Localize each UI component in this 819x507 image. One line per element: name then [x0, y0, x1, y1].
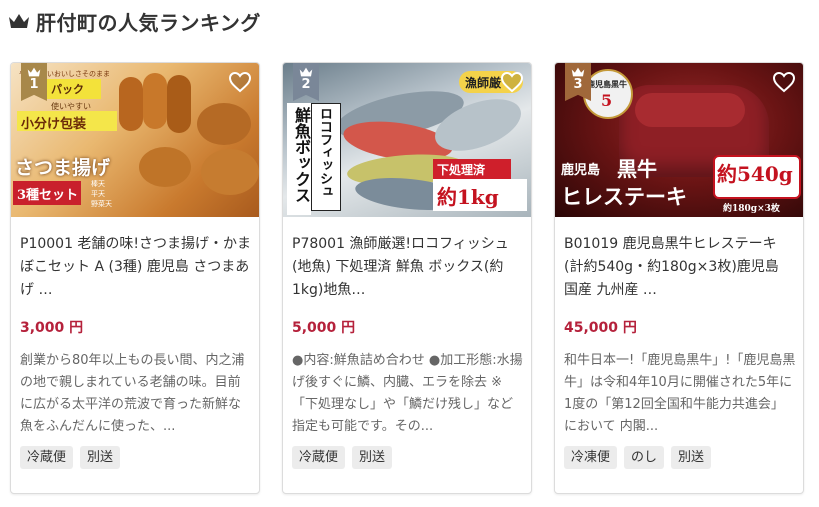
product-description: ●内容:鮮魚詰め合わせ ●加工形態:水揚げ後すぐに鱗、内臓、エラを除去 ※「下処…: [292, 353, 523, 434]
section-title: 肝付町の人気ランキング: [36, 10, 261, 35]
image-caption: 5: [601, 91, 613, 110]
favorite-button[interactable]: [497, 67, 527, 97]
image-caption: 鹿児島: [561, 163, 601, 178]
tag: 冷蔵便: [20, 446, 74, 469]
product-image[interactable]: やわらかいおいしさそのまま パック 使いやすい 小分け包装 さつま揚げ 3種セッ…: [11, 63, 259, 217]
image-caption: 野菜天: [91, 200, 112, 208]
image-caption: ロコフィッシュ: [317, 107, 332, 198]
product-image[interactable]: ロコフィッシュ 鮮魚ボックス 漁師厳 下処理済 約1kg 2: [283, 63, 531, 217]
tag-list: 冷凍便 のし 別送: [564, 446, 712, 469]
tag: 別送: [80, 446, 121, 469]
product-image[interactable]: 鹿児島黒牛 5 鹿児島 黒牛 ヒレステーキ 約540g 約180g×3枚 3: [555, 63, 803, 217]
image-caption: 約1kg: [437, 185, 499, 209]
tag: 冷凍便: [564, 446, 618, 469]
rank-number: 2: [301, 77, 311, 92]
product-price: 5,000 円: [292, 320, 356, 336]
image-caption: 約180g×3枚: [723, 204, 780, 214]
product-description: 和牛日本一!「鹿児島黒牛」!「鹿児島黒牛」は令和4年10月に開催された5年に1度…: [564, 353, 796, 434]
ranking-list: やわらかいおいしさそのまま パック 使いやすい 小分け包装 さつま揚げ 3種セッ…: [10, 62, 810, 494]
crown-icon: [27, 67, 41, 77]
rank-number: 1: [29, 77, 39, 92]
product-description: 創業から80年以上もの長い間、内之浦の地で親しまれている老舗の味。目前に広がる太…: [20, 353, 245, 434]
tag: 別送: [671, 446, 712, 469]
product-name[interactable]: P78001 漁師厳選!ロコフィッシュ(地魚) 下処理済 鮮魚 ボックス(約1k…: [292, 233, 524, 302]
product-name[interactable]: P10001 老舗の味!さつま揚げ・かまぼこセット A (3種) 鹿児島 さつま…: [20, 233, 252, 302]
product-card[interactable]: やわらかいおいしさそのまま パック 使いやすい 小分け包装 さつま揚げ 3種セッ…: [10, 62, 260, 494]
crown-icon: [299, 67, 313, 77]
tag: 冷蔵便: [292, 446, 346, 469]
image-caption: 使いやすい: [51, 102, 91, 111]
image-caption: さつま揚げ: [15, 157, 111, 179]
image-caption: 平天: [91, 190, 105, 198]
image-caption: パック: [51, 83, 84, 96]
tag-list: 冷蔵便 別送: [20, 446, 121, 469]
heart-outline-icon: [772, 71, 796, 93]
image-caption: 約540g: [717, 162, 793, 186]
crown-icon: [571, 67, 585, 77]
product-name[interactable]: B01019 鹿児島黒牛ヒレステーキ(計約540g・約180g×3枚)鹿児島 国…: [564, 233, 796, 302]
image-caption: 鮮魚ボックス: [292, 107, 311, 203]
tag-list: 冷蔵便 別送: [292, 446, 393, 469]
image-caption: 漁師厳: [465, 76, 502, 90]
heart-outline-icon: [228, 71, 252, 93]
rank-number: 3: [573, 77, 583, 92]
image-caption: 棒天: [91, 180, 105, 188]
image-caption: 3種セット: [17, 188, 79, 203]
image-caption: 小分け包装: [21, 117, 87, 132]
section-heading: 肝付町の人気ランキング: [8, 8, 261, 35]
tag: 別送: [352, 446, 393, 469]
product-price: 45,000 円: [564, 320, 637, 336]
heart-outline-icon: [500, 71, 524, 93]
product-price: 3,000 円: [20, 320, 84, 336]
product-card[interactable]: 鹿児島黒牛 5 鹿児島 黒牛 ヒレステーキ 約540g 約180g×3枚 3 B…: [554, 62, 804, 494]
image-caption: 下処理済: [437, 163, 486, 177]
image-caption: ヒレステーキ: [561, 184, 687, 209]
favorite-button[interactable]: [769, 67, 799, 97]
crown-icon: [9, 14, 29, 28]
favorite-button[interactable]: [225, 67, 255, 97]
image-caption: 鹿児島黒牛: [587, 79, 627, 89]
tag: のし: [624, 446, 665, 469]
product-card[interactable]: ロコフィッシュ 鮮魚ボックス 漁師厳 下処理済 約1kg 2 P78001 漁師…: [282, 62, 532, 494]
image-caption: 黒牛: [617, 157, 657, 181]
